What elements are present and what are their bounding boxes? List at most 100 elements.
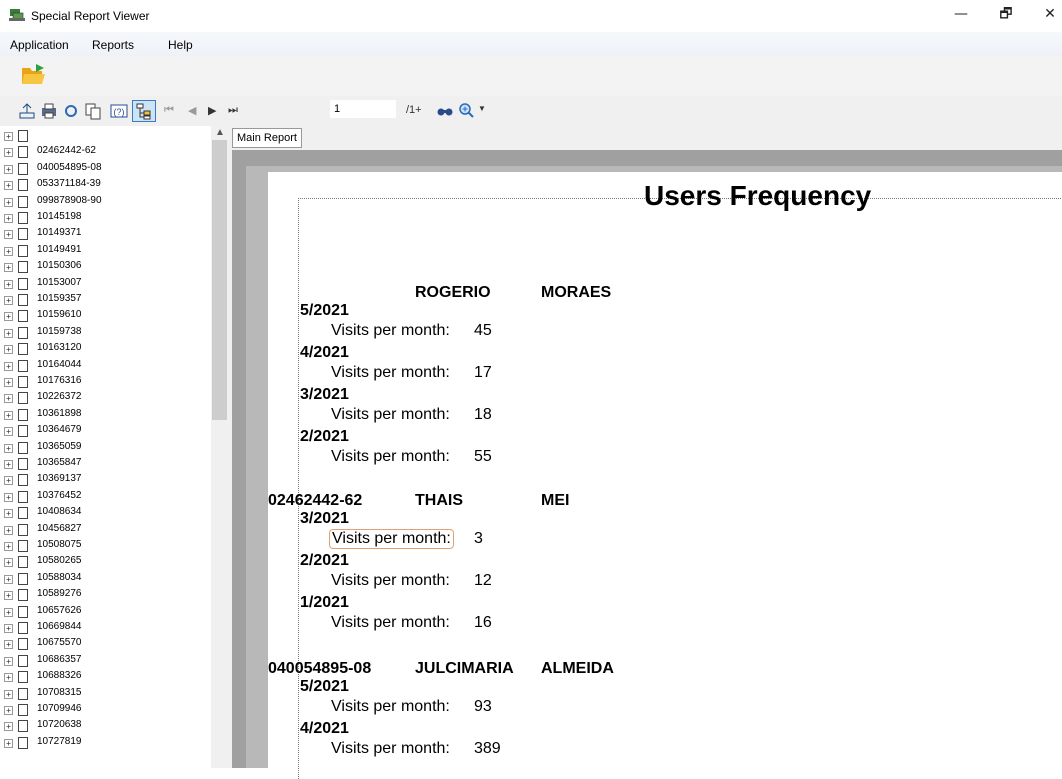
tree-item[interactable]: +10727819: [0, 736, 190, 752]
menu-reports[interactable]: Reports: [92, 38, 134, 52]
expand-icon[interactable]: +: [4, 427, 13, 437]
tree-item[interactable]: +10508075: [0, 539, 190, 555]
tree-item[interactable]: +10588034: [0, 572, 190, 588]
visits-label-selected[interactable]: Visits per month:: [329, 529, 454, 549]
tree-item[interactable]: +10226372: [0, 391, 190, 407]
tree-item[interactable]: +10149491: [0, 244, 190, 260]
tree-item[interactable]: +10163120: [0, 342, 190, 358]
zoom-icon[interactable]: [458, 102, 476, 120]
tree-item[interactable]: +10149371: [0, 227, 190, 243]
expand-icon[interactable]: +: [4, 656, 13, 666]
expand-icon[interactable]: +: [4, 246, 13, 256]
tree-item[interactable]: +10376452: [0, 490, 190, 506]
expand-icon[interactable]: +: [4, 263, 13, 273]
menu-help[interactable]: Help: [168, 38, 193, 52]
expand-icon[interactable]: +: [4, 558, 13, 568]
expand-icon[interactable]: +: [4, 722, 13, 732]
expand-icon[interactable]: +: [4, 706, 13, 715]
expand-icon[interactable]: +: [4, 328, 13, 338]
tree-item[interactable]: +10361898: [0, 408, 190, 424]
expand-icon[interactable]: +: [4, 460, 13, 469]
menu-application[interactable]: Application: [10, 38, 69, 52]
tree-item[interactable]: +10580265: [0, 555, 190, 571]
expand-icon[interactable]: +: [4, 279, 13, 289]
find-icon[interactable]: [436, 102, 454, 120]
tree-item[interactable]: +053371184-39: [0, 178, 190, 194]
tree-item[interactable]: +: [0, 129, 190, 145]
expand-icon[interactable]: +: [4, 296, 13, 305]
scroll-up-icon[interactable]: ▲: [215, 127, 225, 138]
expand-icon[interactable]: +: [4, 640, 13, 650]
expand-icon[interactable]: +: [4, 574, 13, 584]
close-button[interactable]: ✕: [1030, 2, 1062, 26]
export-icon[interactable]: [18, 102, 36, 120]
expand-icon[interactable]: +: [4, 378, 13, 387]
expand-icon[interactable]: +: [4, 410, 13, 420]
expand-icon[interactable]: +: [4, 361, 13, 371]
expand-icon[interactable]: +: [4, 542, 13, 551]
expand-icon[interactable]: +: [4, 394, 13, 404]
tree-item[interactable]: +040054895-08: [0, 162, 190, 178]
expand-icon[interactable]: +: [4, 312, 13, 322]
tree-item[interactable]: +10176316: [0, 375, 190, 391]
tree-item[interactable]: +10145198: [0, 211, 190, 227]
expand-icon[interactable]: +: [4, 591, 13, 601]
prev-page-icon[interactable]: ◀: [188, 104, 196, 117]
first-page-icon[interactable]: ⏮: [164, 104, 174, 117]
tree-scrollbar[interactable]: ▲: [211, 126, 228, 768]
refresh-icon[interactable]: [62, 102, 80, 120]
tree-item[interactable]: +10456827: [0, 523, 190, 539]
tree-item[interactable]: +02462442-62: [0, 145, 190, 161]
tree-item[interactable]: +099878908-90: [0, 195, 190, 211]
tree-item[interactable]: +10709946: [0, 703, 190, 719]
zoom-dropdown-icon[interactable]: ▼: [478, 104, 486, 113]
tree-item[interactable]: +10365059: [0, 441, 190, 457]
expand-icon[interactable]: +: [4, 525, 13, 535]
tree-item[interactable]: +10159357: [0, 293, 190, 309]
expand-icon[interactable]: +: [4, 607, 13, 617]
restore-button[interactable]: 🗗: [986, 2, 1026, 26]
tree-item[interactable]: +10686357: [0, 654, 190, 670]
tree-item[interactable]: +10364679: [0, 424, 190, 440]
scroll-thumb[interactable]: [212, 140, 227, 420]
tab-main-report[interactable]: Main Report: [232, 128, 302, 148]
expand-icon[interactable]: +: [4, 345, 13, 355]
expand-icon[interactable]: +: [4, 738, 13, 748]
tree-item[interactable]: +10688326: [0, 670, 190, 686]
tree-item[interactable]: +10159610: [0, 309, 190, 325]
tree-item[interactable]: +10708315: [0, 687, 190, 703]
copy-icon[interactable]: [84, 102, 102, 120]
tree-item[interactable]: +10408634: [0, 506, 190, 522]
report-canvas[interactable]: Users Frequency ROGERIO MORAES 5/2021 Vi…: [246, 166, 1062, 779]
next-page-icon[interactable]: ▶: [208, 104, 216, 117]
expand-icon[interactable]: +: [4, 230, 13, 240]
expand-icon[interactable]: +: [4, 197, 13, 207]
tree-item[interactable]: +10153007: [0, 277, 190, 293]
tree-item[interactable]: +10589276: [0, 588, 190, 604]
expand-icon[interactable]: +: [4, 164, 13, 174]
expand-icon[interactable]: +: [4, 443, 13, 453]
tree-item[interactable]: +10669844: [0, 621, 190, 637]
tree-item[interactable]: +10365847: [0, 457, 190, 473]
help-icon[interactable]: (?): [110, 102, 128, 120]
minimize-button[interactable]: —: [941, 2, 981, 26]
expand-icon[interactable]: +: [4, 624, 13, 633]
expand-icon[interactable]: +: [4, 148, 13, 158]
expand-icon[interactable]: +: [4, 132, 13, 141]
expand-icon[interactable]: +: [4, 509, 13, 519]
tree-item[interactable]: +10369137: [0, 473, 190, 489]
tree-item[interactable]: +10657626: [0, 605, 190, 621]
last-page-icon[interactable]: ⏭: [228, 104, 238, 117]
tree-item[interactable]: +10150306: [0, 260, 190, 276]
tree-toggle-icon[interactable]: [132, 100, 156, 122]
page-number-input[interactable]: 1: [330, 100, 396, 118]
tree-item[interactable]: +10675570: [0, 637, 190, 653]
tree-item[interactable]: +10159738: [0, 326, 190, 342]
expand-icon[interactable]: +: [4, 476, 13, 486]
tree-item[interactable]: +10720638: [0, 719, 190, 735]
expand-icon[interactable]: +: [4, 689, 13, 699]
print-icon[interactable]: [40, 102, 58, 120]
expand-icon[interactable]: +: [4, 492, 13, 502]
tree-item[interactable]: +10164044: [0, 359, 190, 375]
expand-icon[interactable]: +: [4, 214, 13, 223]
